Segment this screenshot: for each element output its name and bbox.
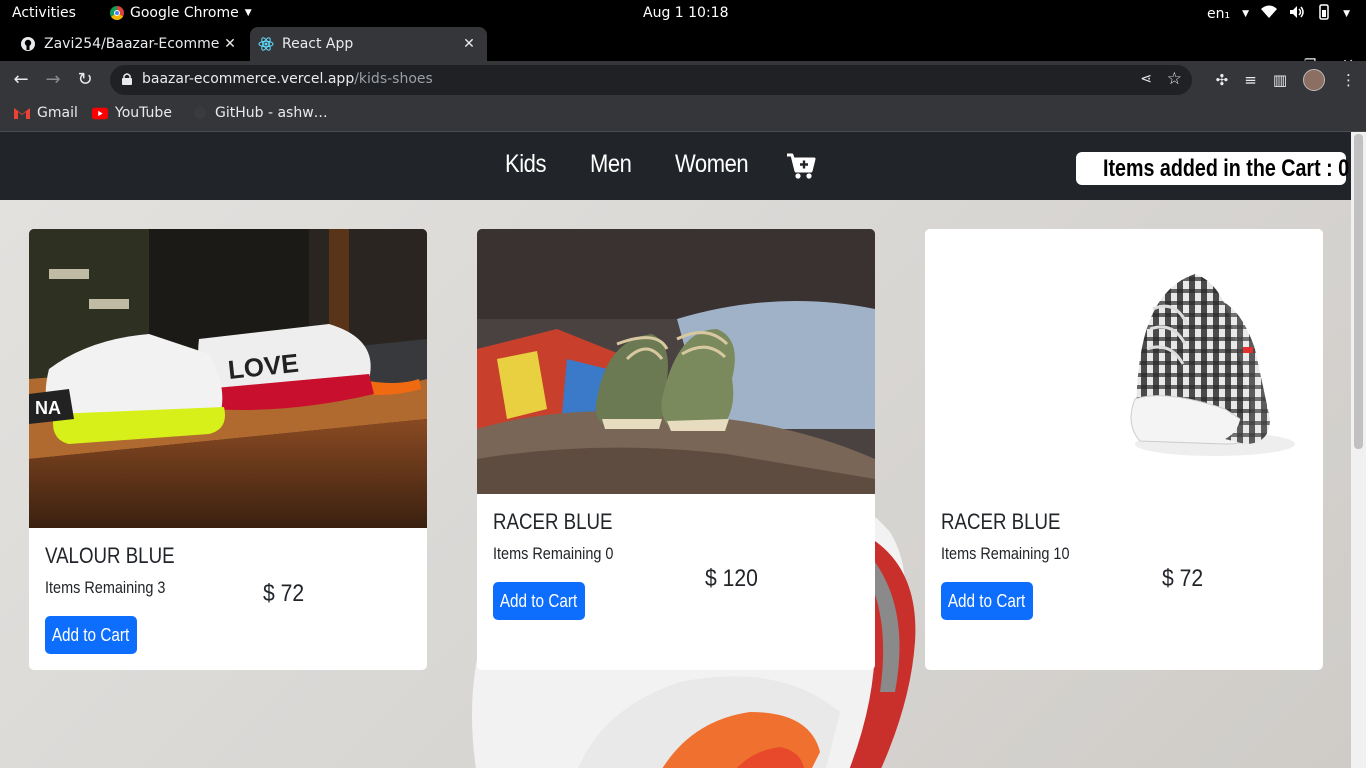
caret-down-icon: ▼ [244,8,252,18]
language-indicator[interactable]: en₁ [1207,6,1230,22]
tab-react-app[interactable]: React App ✕ [250,27,487,61]
toolbar-icons: ✣ ≡ ▥ ⋮ [1216,69,1356,91]
bookmark-label: Gmail [37,105,78,121]
reload-icon[interactable]: ↻ [74,69,96,91]
bookmark-star-icon[interactable]: ☆ [1167,69,1182,89]
add-to-cart-button[interactable]: Add to Cart [941,582,1033,620]
product-name: RACER BLUE [941,509,1061,534]
github-icon [192,107,208,120]
battery-icon [1317,4,1331,24]
items-remaining: Items Remaining 3 [45,578,166,597]
page-scrollbar[interactable] [1351,132,1366,768]
status-area[interactable]: en₁ ▼ ▼ [1207,4,1350,24]
media-queue-icon[interactable]: ≡ [1244,71,1257,89]
product-image-sneakers: LOVE NA [29,229,427,528]
product-price: $ 72 [1162,565,1204,592]
clock[interactable]: Aug 1 10:18 [643,5,729,21]
svg-text:NA: NA [35,398,61,418]
tab-title: Zavi254/Baazar-Ecommerce [44,36,220,52]
add-to-cart-button[interactable]: Add to Cart [493,582,585,620]
share-icon[interactable]: ⋖ [1140,71,1152,87]
nav-link-men[interactable]: Men [590,150,632,179]
bookmark-label: YouTube [115,105,172,121]
system-top-bar: Activities Google Chrome ▼ Aug 1 10:18 e… [0,0,1366,27]
caret-down-icon: ▼ [1343,9,1350,19]
wifi-icon [1261,5,1278,23]
add-to-cart-label: Add to Cart [948,591,1026,611]
close-tab-icon[interactable]: ✕ [459,36,479,52]
cart-count-badge: Items added in the Cart : 0 [1076,152,1350,185]
bookmark-github[interactable]: GitHub - ashw… [192,105,328,121]
menu-kebab-icon[interactable]: ⋮ [1341,71,1356,89]
product-card: RACER BLUE Items Remaining 10 $ 72 Add t… [925,229,1323,670]
extensions-icon[interactable]: ✣ [1216,71,1229,89]
tab-strip: Zavi254/Baazar-Ecommerce ✕ React App ✕ +… [0,27,1366,82]
lock-icon [122,73,132,85]
nav-link-kids[interactable]: Kids [505,150,546,179]
gmail-icon [14,107,30,120]
product-image-plaid-sneakers [925,229,1323,494]
product-card: LOVE NA VALOUR BLUE Items Remaining 3 $ … [29,229,427,670]
bookmark-label: GitHub - ashw… [215,105,328,121]
address-bar[interactable]: baazar-ecommerce.vercel.app/kids-shoes ⋖… [110,65,1192,95]
add-to-cart-label: Add to Cart [500,591,578,611]
youtube-icon [92,107,108,120]
url-text[interactable]: baazar-ecommerce.vercel.app/kids-shoes [142,71,433,87]
product-image-baby-boots [477,229,875,494]
bookmarks-bar: Gmail YouTube GitHub - ashw… [0,99,1366,132]
product-card: RACER BLUE Items Remaining 0 $ 120 Add t… [477,229,875,670]
tab-title: React App [282,36,354,52]
cart-count-label: Items added in the Cart : 0 [1103,155,1350,182]
add-to-cart-label: Add to Cart [52,625,130,645]
nav-link-women[interactable]: Women [675,150,749,179]
chrome-icon [110,6,124,20]
items-remaining: Items Remaining 10 [941,544,1070,563]
site-navbar: Kids Men Women Items added in the Cart :… [0,132,1351,200]
back-arrow-icon[interactable]: ← [10,69,32,91]
side-panel-icon[interactable]: ▥ [1273,71,1287,89]
web-page: Kids Men Women Items added in the Cart :… [0,132,1351,768]
volume-icon [1289,5,1305,23]
react-icon [258,36,274,52]
product-price: $ 120 [705,565,758,592]
close-tab-icon[interactable]: ✕ [220,36,240,52]
activities-button[interactable]: Activities [12,5,76,21]
forward-arrow-icon[interactable]: → [42,69,64,91]
product-price: $ 72 [263,580,305,607]
product-name: VALOUR BLUE [45,543,175,568]
profile-avatar[interactable] [1303,69,1325,91]
product-name: RACER BLUE [493,509,613,534]
scrollbar-thumb[interactable] [1354,134,1363,449]
bookmark-youtube[interactable]: YouTube [92,105,172,121]
app-menu[interactable]: Google Chrome ▼ [110,5,252,21]
cart-plus-icon[interactable] [786,152,816,180]
url-path: /kids-shoes [354,71,433,87]
tab-github[interactable]: Zavi254/Baazar-Ecommerce ✕ [12,27,248,61]
items-remaining: Items Remaining 0 [493,544,614,563]
url-host: baazar-ecommerce.vercel.app [142,71,355,87]
bookmark-gmail[interactable]: Gmail [14,105,78,121]
add-to-cart-button[interactable]: Add to Cart [45,616,137,654]
app-menu-label: Google Chrome [130,5,239,21]
caret-down-icon: ▼ [1242,9,1250,19]
github-icon [20,36,36,52]
browser-toolbar: ← → ↻ baazar-ecommerce.vercel.app/kids-s… [0,61,1366,99]
